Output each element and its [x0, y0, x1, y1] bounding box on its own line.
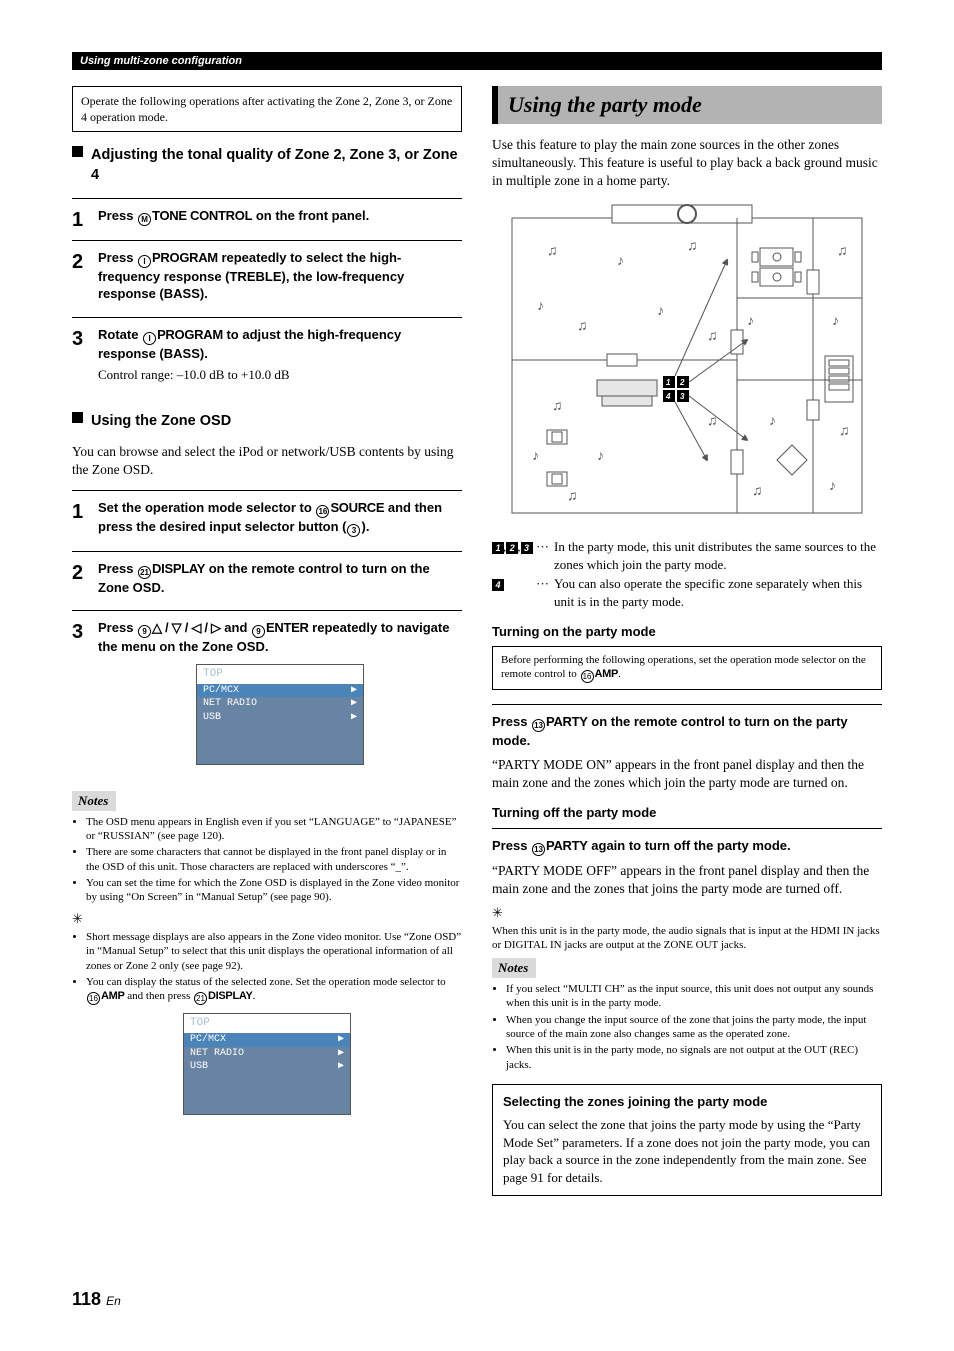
zone-osd-intro: You can browse and select the iPod or ne…: [72, 443, 462, 479]
party-mode-figure: 1 2 4 3: [507, 200, 867, 520]
circle-label-icon: 21: [138, 566, 151, 579]
tips-list: Short message displays are also appears …: [72, 930, 462, 1005]
svg-text:♫: ♫: [707, 412, 718, 428]
step-text: Press IPROGRAM repeatedly to select the …: [98, 249, 462, 303]
svg-text:♫: ♫: [707, 327, 718, 343]
svg-text:2: 2: [679, 378, 685, 387]
circle-label-icon: 13: [532, 719, 545, 732]
off-body: “PARTY MODE OFF” appears in the front pa…: [492, 862, 882, 898]
osd-screen: TOP PC/MCX▶ NET RADIO▶ USB▶: [183, 1013, 351, 1114]
step-number: 1: [72, 490, 98, 551]
legend-row: 4 ··· You can also operate the specific …: [492, 575, 882, 610]
left-column: Operate the following operations after a…: [72, 86, 462, 1196]
on-body: “PARTY MODE ON” appears in the front pan…: [492, 756, 882, 792]
circle-label-icon: 3: [347, 524, 360, 537]
box-heading: Selecting the zones joining the party mo…: [503, 1093, 871, 1111]
step-text: Rotate IPROGRAM to adjust the high-frequ…: [98, 326, 462, 363]
circle-label-icon: 9: [252, 625, 265, 638]
svg-text:♪: ♪: [532, 447, 539, 463]
heading-tonal: Adjusting the tonal quality of Zone 2, Z…: [72, 146, 462, 185]
circle-label-icon: M: [138, 213, 151, 226]
svg-text:1: 1: [666, 378, 671, 387]
step-number: 3: [72, 317, 98, 398]
circle-label-icon: I: [143, 332, 156, 345]
svg-text:♫: ♫: [547, 242, 558, 258]
svg-text:♪: ♪: [617, 252, 624, 268]
tip-icon: ✳: [72, 910, 462, 928]
square-bullet-icon: [72, 412, 83, 423]
operation-note: Operate the following operations after a…: [72, 86, 462, 132]
steps-tonal: 1 Press MTONE CONTROL on the front panel…: [72, 198, 462, 398]
circle-label-icon: 16: [581, 670, 594, 683]
turn-off-heading: Turning off the party mode: [492, 804, 882, 822]
step-number: 2: [72, 240, 98, 317]
svg-text:♪: ♪: [537, 297, 544, 313]
notes-list: If you select “MULTI CH” as the input so…: [492, 982, 882, 1072]
notes-header: Notes: [72, 791, 116, 811]
svg-text:♫: ♫: [552, 397, 563, 413]
svg-text:♫: ♫: [837, 242, 848, 258]
svg-text:4: 4: [665, 392, 671, 401]
svg-text:♪: ♪: [829, 477, 836, 493]
turn-on-heading: Turning on the party mode: [492, 623, 882, 641]
list-item: When you change the input source of the …: [506, 1013, 882, 1042]
list-item: You can display the status of the select…: [86, 975, 462, 1005]
svg-text:♫: ♫: [687, 237, 698, 253]
svg-text:3: 3: [680, 392, 685, 401]
svg-text:♪: ♪: [769, 412, 776, 428]
press-off: Press 13PARTY again to turn off the part…: [492, 837, 882, 856]
circle-label-icon: 16: [316, 505, 329, 518]
circle-label-icon: 9: [138, 625, 151, 638]
breadcrumb: Using multi-zone configuration: [72, 52, 882, 70]
svg-text:♪: ♪: [657, 302, 664, 318]
svg-text:♫: ♫: [839, 422, 850, 438]
page-number: 118 En: [72, 1287, 121, 1311]
heading-zone-osd: Using the Zone OSD: [72, 412, 462, 432]
list-item: If you select “MULTI CH” as the input so…: [506, 982, 882, 1011]
press-on: Press 13PARTY on the remote control to t…: [492, 713, 882, 750]
list-item: There are some characters that cannot be…: [86, 845, 462, 874]
svg-text:♫: ♫: [752, 482, 763, 498]
tip-text: When this unit is in the party mode, the…: [492, 924, 882, 953]
selecting-zones-box: Selecting the zones joining the party mo…: [492, 1084, 882, 1196]
notes-list: The OSD menu appears in English even if …: [72, 815, 462, 905]
section-title: Using the party mode: [492, 86, 882, 124]
step-number: 3: [72, 611, 98, 785]
box-body: You can select the zone that joins the p…: [503, 1116, 871, 1186]
circle-label-icon: 16: [87, 992, 100, 1005]
step-extra: Control range: –10.0 dB to +10.0 dB: [98, 366, 462, 384]
before-note: Before performing the following operatio…: [492, 646, 882, 690]
step-text: Press MTONE CONTROL on the front panel.: [98, 207, 462, 226]
step-number: 2: [72, 551, 98, 611]
svg-text:♫: ♫: [567, 487, 578, 503]
circle-label-icon: I: [138, 255, 151, 268]
right-column: Using the party mode Use this feature to…: [492, 86, 882, 1196]
notes-header: Notes: [492, 958, 536, 978]
svg-text:♪: ♪: [597, 447, 604, 463]
intro-text: Use this feature to play the main zone s…: [492, 136, 882, 191]
list-item: When this unit is in the party mode, no …: [506, 1043, 882, 1072]
legend-row: 1,2,3 ··· In the party mode, this unit d…: [492, 538, 882, 573]
step-text: Press 21DISPLAY on the remote control to…: [98, 560, 462, 597]
list-item: Short message displays are also appears …: [86, 930, 462, 973]
osd-screen: TOP PC/MCX▶ NET RADIO▶ USB▶: [196, 664, 364, 765]
circle-label-icon: 21: [194, 992, 207, 1005]
list-item: You can set the time for which the Zone …: [86, 876, 462, 905]
step-text: Press 9△ / ▽ / ◁ / ▷ and 9ENTER repeated…: [98, 619, 462, 656]
step-text: Set the operation mode selector to 16SOU…: [98, 499, 462, 537]
svg-text:♫: ♫: [577, 317, 588, 333]
list-item: The OSD menu appears in English even if …: [86, 815, 462, 844]
circle-label-icon: 13: [532, 843, 545, 856]
svg-text:♪: ♪: [832, 312, 839, 328]
svg-text:♪: ♪: [747, 312, 754, 328]
square-bullet-icon: [72, 146, 83, 157]
steps-osd: 1 Set the operation mode selector to 16S…: [72, 490, 462, 785]
step-number: 1: [72, 198, 98, 240]
tip-icon: ✳: [492, 904, 882, 922]
